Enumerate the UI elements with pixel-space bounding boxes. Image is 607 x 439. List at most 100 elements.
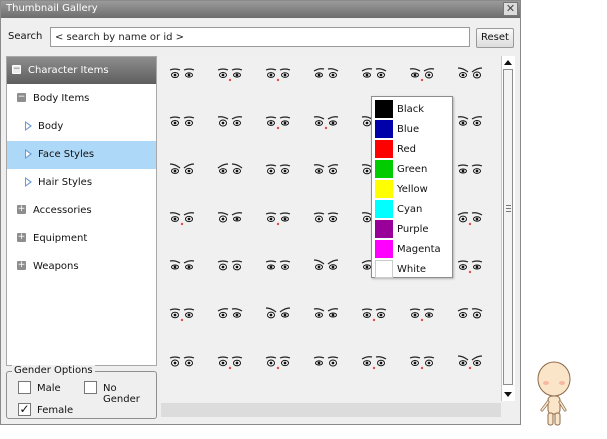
color-option-label: Red — [397, 144, 416, 155]
color-option-blue[interactable]: Blue — [374, 119, 452, 139]
tree-item-hair-styles[interactable]: Hair Styles — [7, 169, 156, 197]
collapse-icon[interactable]: − — [17, 93, 26, 102]
gender-options-legend: Gender Options — [12, 365, 95, 376]
expand-icon[interactable]: + — [17, 205, 26, 214]
face-style-thumbnail[interactable] — [167, 66, 197, 82]
horizontal-scrollbar[interactable] — [161, 403, 501, 417]
face-style-thumbnail[interactable] — [359, 306, 389, 322]
face-style-thumbnail[interactable] — [455, 162, 485, 178]
face-style-thumbnail[interactable] — [311, 66, 341, 82]
face-style-thumbnail[interactable] — [215, 354, 245, 370]
search-input[interactable] — [50, 27, 470, 47]
tree-item-label: Accessories — [33, 205, 92, 216]
face-style-thumbnail[interactable] — [167, 162, 197, 178]
face-style-thumbnail[interactable] — [263, 162, 293, 178]
color-option-purple[interactable]: Purple — [374, 219, 452, 239]
tree-item-label: Weapons — [33, 261, 79, 272]
face-style-thumbnail[interactable] — [311, 114, 341, 130]
color-option-cyan[interactable]: Cyan — [374, 199, 452, 219]
face-style-thumbnail[interactable] — [263, 114, 293, 130]
tree-category-label: Character Items — [28, 65, 109, 76]
category-tree: − Character Items − Body Items Body Face… — [6, 56, 157, 366]
tree-item-label: Face Styles — [38, 149, 95, 160]
face-style-thumbnail[interactable] — [455, 258, 485, 274]
color-option-label: Blue — [397, 124, 420, 135]
face-style-thumbnail[interactable] — [215, 114, 245, 130]
face-style-thumbnail[interactable] — [263, 306, 293, 322]
face-style-thumbnail[interactable] — [215, 162, 245, 178]
face-style-thumbnail[interactable] — [359, 66, 389, 82]
face-style-thumbnail[interactable] — [311, 306, 341, 322]
face-style-thumbnail[interactable] — [167, 210, 197, 226]
color-option-magenta[interactable]: Magenta — [374, 239, 452, 259]
face-style-thumbnail[interactable] — [455, 354, 485, 370]
color-swatch — [375, 260, 393, 278]
window-title: Thumbnail Gallery — [6, 3, 98, 14]
face-style-thumbnail[interactable] — [263, 66, 293, 82]
face-style-thumbnail[interactable] — [167, 114, 197, 130]
female-label: Female — [37, 405, 74, 416]
face-style-thumbnail[interactable] — [215, 210, 245, 226]
tree-item-label: Hair Styles — [38, 177, 93, 188]
scroll-up-arrow-icon[interactable] — [504, 60, 512, 65]
close-button[interactable]: ✕ — [503, 2, 518, 16]
tree-category-character-items[interactable]: − Character Items — [7, 57, 156, 84]
expand-arrow-icon[interactable] — [25, 177, 32, 187]
face-style-thumbnail[interactable] — [215, 306, 245, 322]
color-option-label: Black — [397, 104, 425, 115]
face-style-thumbnail[interactable] — [455, 66, 485, 82]
face-style-thumbnail[interactable] — [359, 354, 389, 370]
tree-item-body[interactable]: Body — [7, 113, 156, 141]
face-style-thumbnail[interactable] — [311, 354, 341, 370]
face-style-thumbnail[interactable] — [215, 66, 245, 82]
face-style-thumbnail[interactable] — [407, 66, 437, 82]
female-checkbox[interactable]: ✓ — [18, 403, 31, 416]
color-option-yellow[interactable]: Yellow — [374, 179, 452, 199]
face-style-thumbnail[interactable] — [215, 258, 245, 274]
tree-item-face-styles[interactable]: Face Styles — [7, 141, 156, 169]
color-swatch — [375, 160, 393, 178]
color-swatch — [375, 180, 393, 198]
color-swatch — [375, 200, 393, 218]
color-option-black[interactable]: Black — [374, 99, 452, 119]
face-style-thumbnail[interactable] — [167, 354, 197, 370]
face-style-thumbnail[interactable] — [455, 114, 485, 130]
face-style-thumbnail[interactable] — [311, 162, 341, 178]
face-style-thumbnail[interactable] — [455, 306, 485, 322]
search-label: Search — [8, 31, 43, 42]
scroll-down-arrow-icon[interactable] — [504, 392, 512, 397]
tree-item-label: Body — [38, 121, 64, 132]
collapse-icon[interactable]: − — [12, 65, 21, 74]
face-style-thumbnail[interactable] — [455, 210, 485, 226]
color-option-white[interactable]: White — [374, 259, 452, 279]
title-bar[interactable]: Thumbnail Gallery ✕ — [1, 1, 520, 18]
face-style-thumbnail[interactable] — [263, 258, 293, 274]
color-option-label: Green — [397, 164, 428, 175]
expand-icon[interactable]: + — [17, 233, 26, 242]
face-style-thumbnail[interactable] — [263, 354, 293, 370]
face-style-thumbnail[interactable] — [407, 306, 437, 322]
no-gender-checkbox[interactable] — [84, 381, 97, 394]
color-option-green[interactable]: Green — [374, 159, 452, 179]
expand-arrow-icon[interactable] — [25, 121, 32, 131]
reset-button[interactable]: Reset — [476, 28, 514, 48]
vertical-scrollbar[interactable] — [501, 56, 515, 401]
face-style-thumbnail[interactable] — [407, 354, 437, 370]
face-style-thumbnail[interactable] — [311, 258, 341, 274]
scrollbar-thumb[interactable] — [503, 69, 513, 385]
expand-icon[interactable]: + — [17, 261, 26, 270]
expand-arrow-icon[interactable] — [25, 149, 32, 159]
face-style-thumbnail[interactable] — [311, 210, 341, 226]
tree-item-accessories[interactable]: + Accessories — [7, 197, 156, 225]
tree-item-equipment[interactable]: + Equipment — [7, 225, 156, 253]
tree-item-label: Body Items — [33, 93, 90, 104]
color-option-label: Purple — [397, 224, 429, 235]
color-option-red[interactable]: Red — [374, 139, 452, 159]
face-style-thumbnail[interactable] — [167, 258, 197, 274]
color-swatch — [375, 120, 393, 138]
face-style-thumbnail[interactable] — [263, 210, 293, 226]
male-checkbox[interactable] — [18, 381, 31, 394]
face-style-thumbnail[interactable] — [167, 306, 197, 322]
tree-item-body-items[interactable]: − Body Items — [7, 85, 156, 113]
tree-item-weapons[interactable]: + Weapons — [7, 253, 156, 281]
